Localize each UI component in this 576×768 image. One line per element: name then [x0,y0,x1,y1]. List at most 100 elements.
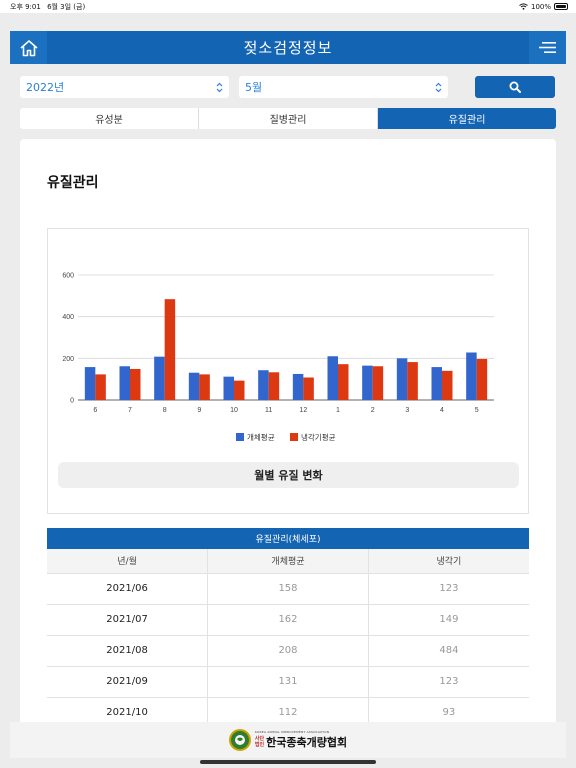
status-right: 100% [519,3,568,11]
bar [223,376,234,400]
association-logo-text: KOREA ANIMAL IMPROVEMENT ASSOCIATION 사단 … [255,730,347,750]
bar-chart: 0200400600 6 7 8 9 10 11 12 1 2 3 4 5 개체평균 냉각기평균 [62,273,494,442]
bar [154,356,165,400]
chart-container: 0 200 400 600 6 7 8 9 10 11 12 1 2 3 4 5 개체평균 냉각기평균 월별 … [47,228,529,514]
tab-milk-components[interactable]: 유성분 [20,108,199,129]
y-tick-label: 200 [62,356,74,363]
table-cell: 162 [207,604,369,636]
menu-button[interactable] [529,31,566,64]
content-panel: 유질관리 0 200 400 600 6 7 8 9 10 11 12 1 2 3 4 5 개체평균 냉각기평… [20,139,556,729]
column-header: 개체평균 [207,549,369,574]
x-tick-label: 9 [197,407,201,414]
footer: KOREA ANIMAL IMPROVEMENT ASSOCIATION 사단 … [10,722,566,758]
bar [268,372,280,400]
chart-caption: 월별 유질 변화 [58,462,519,488]
org-prefix: 사단 법인 [255,736,264,748]
bar [466,352,477,400]
table-cell: 123 [368,666,529,698]
x-tick-label: 5 [475,407,479,414]
table-cell: 123 [368,573,529,605]
bar [338,364,349,400]
table-header-row: 년/월 개체평균 냉각기 [47,549,529,574]
bar [292,373,304,400]
search-icon [509,81,521,93]
quality-table-section: 유질관리(체세포) 년/월 개체평균 냉각기 2021/06 158 123 2… [47,528,529,729]
bar [431,367,442,400]
column-header: 냉각기 [368,549,529,574]
x-tick-label: 8 [163,407,167,414]
bar [442,370,453,400]
legend-swatch [236,433,244,441]
x-tick-label: 12 [299,407,307,414]
table-cell: 131 [207,666,369,698]
table-row: 2021/07 162 149 [47,604,529,636]
y-tick-label: 400 [62,314,74,321]
org-name: 한국종축개량협회 [266,736,348,749]
filter-bar: 2022년 5월 [20,76,556,98]
tab-milk-quality[interactable]: 유질관리 [378,108,556,129]
table-cell: 158 [207,573,369,605]
bar [130,368,141,400]
y-tick-label: 600 [62,273,74,280]
bar [362,365,373,400]
year-select-value: 2022년 [26,81,65,94]
table-row: 2021/09 131 123 [47,666,529,698]
status-left: 오후 9:01 6월 3일 (금) [10,2,85,12]
hamburger-menu-icon [539,42,556,53]
bar [372,366,384,400]
battery-percent: 100% [530,2,551,11]
org-prefix-bottom: 법인 [254,742,265,748]
y-tick-label: 0 [70,398,74,405]
bar [164,299,176,400]
table-cell: 2021/09 [47,666,209,698]
table-cell: 484 [368,635,529,667]
association-logo-icon [228,729,251,751]
tab-disease-management[interactable]: 질병관리 [199,108,378,129]
table-cell: 2021/06 [47,573,209,605]
status-bar: 오후 9:01 6월 3일 (금) 100% [0,0,576,13]
table-cell: 149 [368,604,529,636]
table-cell: 2021/08 [47,635,209,667]
org-name-row: 사단 법인 한국종축개량협회 [255,734,347,750]
x-tick-label: 1 [336,407,340,414]
section-title: 유질관리 [47,175,99,191]
cow-emblem-icon [234,735,245,745]
legend-label: 냉각기평균 [301,432,336,442]
bar [84,367,96,400]
bar [119,366,130,400]
year-select[interactable]: 2022년 [20,76,229,98]
x-tick-label: 10 [230,407,238,414]
table-row: 2021/08 208 484 [47,635,529,667]
month-select-value: 5월 [245,81,263,94]
table-cell: 208 [207,635,369,667]
status-date: 6월 3일 (금) [47,2,86,11]
x-tick-label: 3 [405,407,409,414]
quality-table: 년/월 개체평균 냉각기 2021/06 158 123 2021/07 162… [47,549,529,729]
bar [407,362,418,400]
bar [258,370,269,400]
home-indicator [200,760,376,764]
table-title: 유질관리(체세포) [47,528,529,549]
bar [396,358,408,400]
home-button[interactable] [10,31,47,64]
bar [234,380,245,400]
status-time: 오후 9:01 [10,2,41,11]
table-row: 2021/06 158 123 [47,573,529,605]
wifi-icon [519,3,528,10]
x-tick-label: 7 [128,407,132,414]
x-tick-label: 6 [93,407,97,414]
select-arrows-icon [435,82,442,92]
search-button[interactable] [475,76,555,98]
table-cell: 2021/07 [47,604,209,636]
select-arrows-icon [216,82,223,92]
x-tick-label: 4 [440,407,444,414]
bar [303,377,314,400]
month-select[interactable]: 5월 [239,76,448,98]
battery-icon [554,3,568,10]
bar [95,374,106,400]
page-title: 젖소검정정보 [243,39,333,57]
bar [188,372,200,400]
legend-label: 개체평균 [247,432,275,442]
x-tick-label: 11 [265,407,272,414]
navbar: 젖소검정정보 [10,31,566,64]
